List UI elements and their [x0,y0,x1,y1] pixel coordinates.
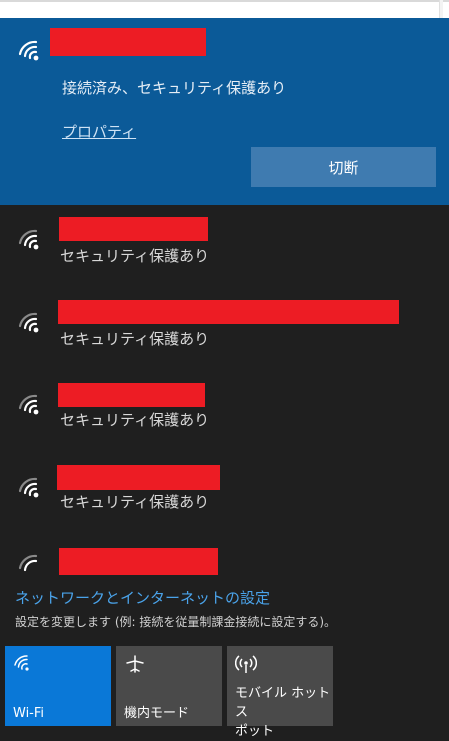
top-border [0,0,449,2]
network-list-item[interactable]: セキュリティ保護あり [0,287,449,369]
scrollbar-edge [439,0,443,18]
connected-network-item[interactable]: 接続済み、セキュリティ保護あり プロパティ 切断 [0,18,449,205]
properties-link[interactable]: プロパティ [62,121,136,142]
wifi-signal-icon [18,312,39,333]
connection-status: 接続済み、セキュリティ保護あり [62,79,287,97]
airplane-mode-tile[interactable]: 機内モード [116,646,222,726]
wifi-signal-icon [18,394,39,415]
mobile-hotspot-tile-label: モバイル ホットス ポット [235,686,331,739]
network-list-item[interactable] [0,534,449,578]
network-security-status: セキュリティ保護あり [60,493,210,511]
network-list-item[interactable]: セキュリティ保護あり [0,205,449,287]
wifi-signal-icon [18,477,39,498]
redacted-network-name [50,28,206,56]
redacted-network-name [57,465,220,490]
network-settings-description: 設定を変更します (例: 接続を従量制課金接続に設定する)。 [15,615,337,629]
wifi-icon [14,655,29,671]
wifi-toggle-tile[interactable]: Wi-Fi [5,646,111,726]
hotspot-icon [235,655,257,673]
window-top-strip [0,0,449,18]
airplane-mode-tile-label: 機内モード [124,706,190,721]
redacted-network-name [59,217,208,241]
mobile-hotspot-tile[interactable]: モバイル ホットス ポット [227,646,333,739]
airplane-icon [126,655,144,673]
wifi-signal-icon [18,40,39,61]
network-security-status: セキュリティ保護あり [60,247,210,265]
redacted-network-name [58,383,205,407]
wifi-signal-icon [18,554,38,572]
wifi-signal-icon [18,229,39,250]
network-security-status: セキュリティ保護あり [60,330,210,348]
disconnect-button[interactable]: 切断 [251,147,436,187]
network-list-item[interactable]: セキュリティ保護あり [0,452,449,534]
redacted-network-name [59,548,218,575]
network-list-item[interactable]: セキュリティ保護あり [0,369,449,451]
wifi-tile-label: Wi-Fi [13,706,45,721]
network-settings-link[interactable]: ネットワークとインターネットの設定 [15,587,270,608]
network-security-status: セキュリティ保護あり [60,411,210,429]
redacted-network-name [58,300,399,324]
